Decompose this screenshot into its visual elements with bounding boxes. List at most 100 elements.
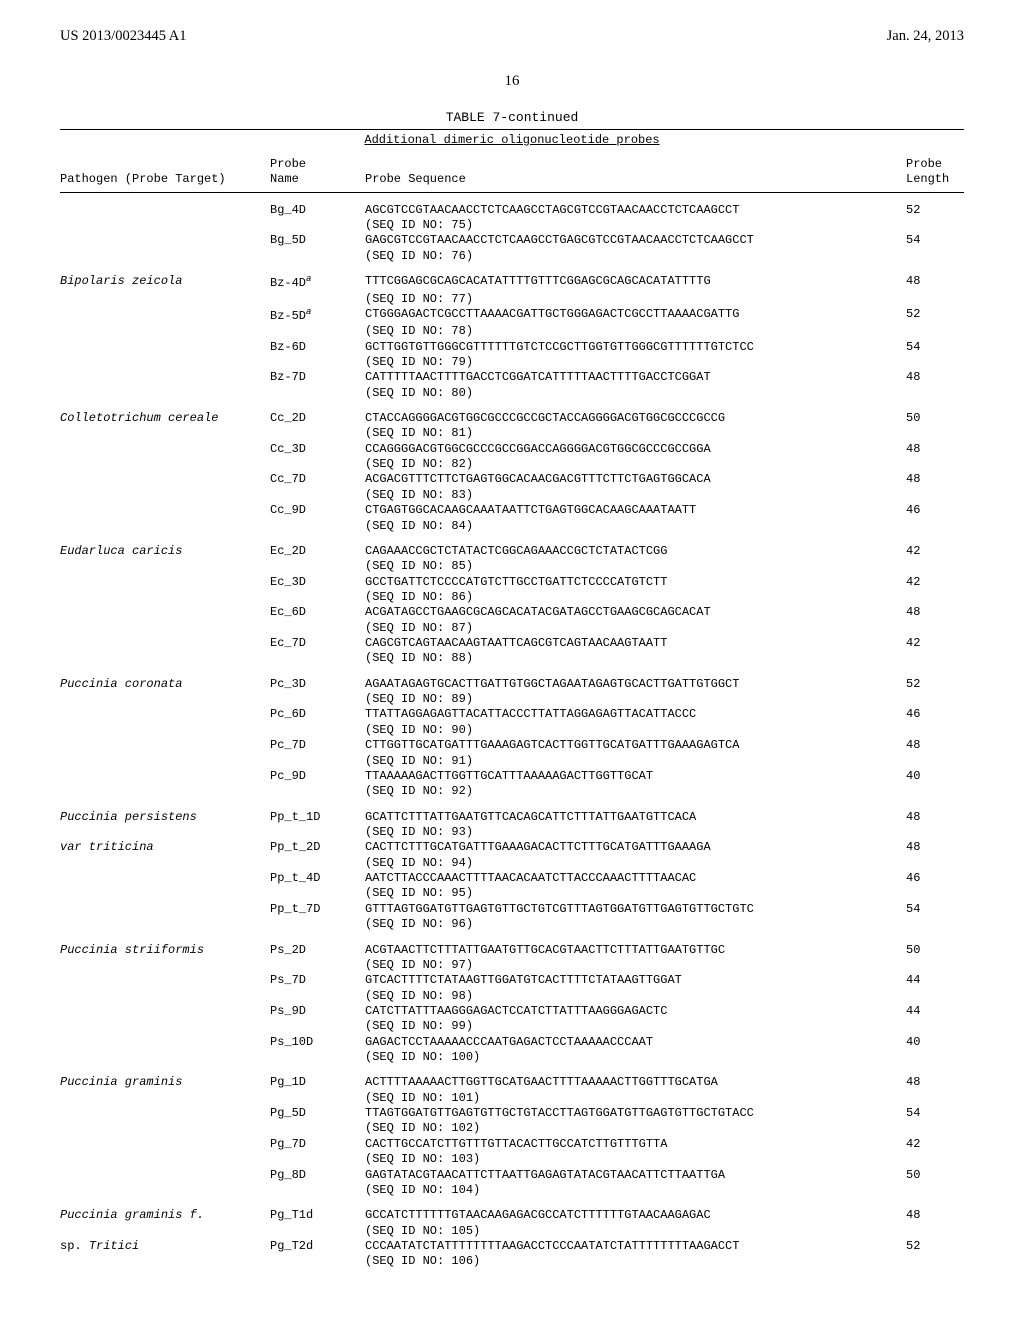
table-row: Ps_9DCATCTTATTTAAGGGAGACTCCATCTTATTTAAGG…	[60, 1004, 964, 1019]
seqid-row: (SEQ ID NO: 88)	[60, 651, 964, 666]
seqid-cell: (SEQ ID NO: 85)	[365, 559, 906, 574]
seqid-cell: (SEQ ID NO: 95)	[365, 886, 906, 901]
sequence-cell: CACTTCTTTGCATGATTTGAAAGACACTTCTTTGCATGAT…	[365, 840, 906, 855]
length-cell: 50	[906, 943, 964, 958]
probe-name-cell: Cc_2D	[270, 411, 365, 426]
seqid-row: (SEQ ID NO: 78)	[60, 324, 964, 339]
probe-name-cell: Cc_3D	[270, 442, 365, 457]
page-header: US 2013/0023445 A1 Jan. 24, 2013	[60, 28, 964, 45]
table-row: Colletotrichum cerealeCc_2DCTACCAGGGGACG…	[60, 411, 964, 426]
table-row: Pp_t_4DAATCTTACCCAAACTTTTAACACAATCTTACCC…	[60, 871, 964, 886]
seqid-row: (SEQ ID NO: 83)	[60, 488, 964, 503]
length-cell: 48	[906, 840, 964, 855]
seqid-cell: (SEQ ID NO: 94)	[365, 856, 906, 871]
length-cell: 42	[906, 575, 964, 590]
seqid-cell: (SEQ ID NO: 76)	[365, 249, 906, 264]
length-cell: 48	[906, 370, 964, 385]
probe-name-cell: Ps_9D	[270, 1004, 365, 1019]
probe-name-cell: Cc_7D	[270, 472, 365, 487]
probe-name-cell: Pc_9D	[270, 769, 365, 784]
length-cell: 52	[906, 677, 964, 692]
seqid-row: (SEQ ID NO: 75)	[60, 218, 964, 233]
pathogen-group: Puccinia coronataPc_3DAGAATAGAGTGCACTTGA…	[60, 667, 964, 800]
table-row: Puccinia graminis f.Pg_T1dGCCATCTTTTTTGT…	[60, 1208, 964, 1223]
pathogen-group: Puccinia striiformisPs_2DACGTAACTTCTTTAT…	[60, 933, 964, 1066]
seqid-cell: (SEQ ID NO: 83)	[365, 488, 906, 503]
probe-name-cell: Bg_5D	[270, 233, 365, 248]
length-cell: 42	[906, 636, 964, 651]
table-row: Cc_7DACGACGTTTCTTCTGAGTGGCACAACGACGTTTCT…	[60, 472, 964, 487]
sequence-cell: GCCATCTTTTTTGTAACAAGAGACGCCATCTTTTTTGTAA…	[365, 1208, 906, 1223]
length-cell: 48	[906, 442, 964, 457]
pathogen-cell: Puccinia persistens	[60, 810, 270, 825]
sequence-cell: AGAATAGAGTGCACTTGATTGTGGCTAGAATAGAGTGCAC…	[365, 677, 906, 692]
probe-name-cell: Pp_t_4D	[270, 871, 365, 886]
table-row: Puccinia striiformisPs_2DACGTAACTTCTTTAT…	[60, 943, 964, 958]
seqid-row: (SEQ ID NO: 89)	[60, 692, 964, 707]
probe-name-cell: Ec_2D	[270, 544, 365, 559]
seqid-row: (SEQ ID NO: 77)	[60, 292, 964, 307]
pathogen-group: Eudarluca caricisEc_2DCAGAAACCGCTCTATACT…	[60, 534, 964, 667]
seqid-cell: (SEQ ID NO: 84)	[365, 519, 906, 534]
sequence-cell: TTAGTGGATGTTGAGTGTTGCTGTACCTTAGTGGATGTTG…	[365, 1106, 906, 1121]
probe-name-cell: Pg_T2d	[270, 1239, 365, 1254]
sequence-cell: GTCACTTTTCTATAAGTTGGATGTCACTTTTCTATAAGTT…	[365, 973, 906, 988]
sequence-cell: CATCTTATTTAAGGGAGACTCCATCTTATTTAAGGGAGAC…	[365, 1004, 906, 1019]
pathogen-cell: Eudarluca caricis	[60, 544, 270, 559]
seqid-cell: (SEQ ID NO: 86)	[365, 590, 906, 605]
length-cell: 52	[906, 203, 964, 218]
seqid-row: (SEQ ID NO: 96)	[60, 917, 964, 932]
col-probe-a: Probe	[270, 157, 365, 172]
seqid-row: (SEQ ID NO: 84)	[60, 519, 964, 534]
sequence-cell: ACGACGTTTCTTCTGAGTGGCACAACGACGTTTCTTCTGA…	[365, 472, 906, 487]
seqid-row: (SEQ ID NO: 97)	[60, 958, 964, 973]
seqid-cell: (SEQ ID NO: 93)	[365, 825, 906, 840]
length-cell: 44	[906, 973, 964, 988]
pathogen-cell: Bipolaris zeicola	[60, 274, 270, 289]
seqid-row: (SEQ ID NO: 99)	[60, 1019, 964, 1034]
sequence-cell: TTTCGGAGCGCAGCACATATTTTGTTTCGGAGCGCAGCAC…	[365, 274, 906, 289]
seqid-row: (SEQ ID NO: 91)	[60, 754, 964, 769]
table-row: var triticinaPp_t_2DCACTTCTTTGCATGATTTGA…	[60, 840, 964, 855]
probe-name-cell: Pg_T1d	[270, 1208, 365, 1223]
probe-name-cell: Bz-7D	[270, 370, 365, 385]
seqid-cell: (SEQ ID NO: 104)	[365, 1183, 906, 1198]
probe-name-cell: Pg_5D	[270, 1106, 365, 1121]
probe-name-cell: Cc_9D	[270, 503, 365, 518]
seqid-row: (SEQ ID NO: 81)	[60, 426, 964, 441]
table-row: Cc_3DCCAGGGGACGTGGCGCCCGCCGGACCAGGGGACGT…	[60, 442, 964, 457]
table-row: Pp_t_7DGTTTAGTGGATGTTGAGTGTTGCTGTCGTTTAG…	[60, 902, 964, 917]
pathogen-group: Bipolaris zeicolaBz-4DaTTTCGGAGCGCAGCACA…	[60, 264, 964, 401]
length-cell: 46	[906, 871, 964, 886]
seqid-cell: (SEQ ID NO: 106)	[365, 1254, 906, 1269]
table-row: Bipolaris zeicolaBz-4DaTTTCGGAGCGCAGCACA…	[60, 274, 964, 291]
seqid-row: (SEQ ID NO: 85)	[60, 559, 964, 574]
probe-name-cell: Pp_t_2D	[270, 840, 365, 855]
seqid-cell: (SEQ ID NO: 77)	[365, 292, 906, 307]
col-len-b: Length	[906, 172, 964, 187]
sequence-cell: CTACCAGGGGACGTGGCGCCCGCCGCTACCAGGGGACGTG…	[365, 411, 906, 426]
sequence-cell: CAGAAACCGCTCTATACTCGGCAGAAACCGCTCTATACTC…	[365, 544, 906, 559]
column-headers: Pathogen (Probe Target) Probe Name Probe…	[60, 151, 964, 193]
probe-name-cell: Ps_7D	[270, 973, 365, 988]
table-row: Bg_5DGAGCGTCCGTAACAACCTCTCAAGCCTGAGCGTCC…	[60, 233, 964, 248]
length-cell: 48	[906, 605, 964, 620]
pathogen-cell: var triticina	[60, 840, 270, 855]
seqid-cell: (SEQ ID NO: 90)	[365, 723, 906, 738]
length-cell: 40	[906, 1035, 964, 1050]
length-cell: 46	[906, 707, 964, 722]
pathogen-group: Bg_4DAGCGTCCGTAACAACCTCTCAAGCCTAGCGTCCGT…	[60, 193, 964, 264]
seqid-cell: (SEQ ID NO: 80)	[365, 386, 906, 401]
probe-name-cell: Pg_8D	[270, 1168, 365, 1183]
probe-name-cell: Bz-5Da	[270, 307, 365, 324]
length-cell: 52	[906, 307, 964, 322]
sequence-cell: CATTTTTAACTTTTGACCTCGGATCATTTTTAACTTTTGA…	[365, 370, 906, 385]
sequence-cell: ACGATAGCCTGAAGCGCAGCACATACGATAGCCTGAAGCG…	[365, 605, 906, 620]
seqid-cell: (SEQ ID NO: 103)	[365, 1152, 906, 1167]
length-cell: 44	[906, 1004, 964, 1019]
table-subheader: Additional dimeric oligonucleotide probe…	[60, 129, 964, 151]
col-seq: Probe Sequence	[365, 172, 906, 187]
length-cell: 54	[906, 1106, 964, 1121]
probe-name-cell: Pc_7D	[270, 738, 365, 753]
sequence-cell: CACTTGCCATCTTGTTTGTTACACTTGCCATCTTGTTTGT…	[365, 1137, 906, 1152]
